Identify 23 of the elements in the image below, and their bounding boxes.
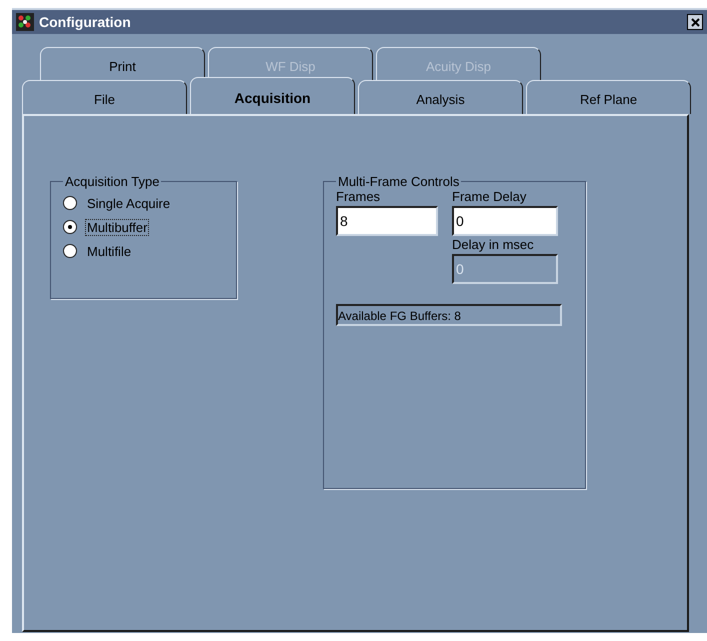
group-title: Acquisition Type [64, 174, 160, 189]
field-label: Delay in msec [452, 237, 535, 254]
field-label: Frame Delay [452, 189, 528, 206]
tab[interactable]: File [22, 80, 187, 114]
field-label: Frames [336, 189, 382, 206]
tab[interactable]: Acquisition [190, 77, 355, 114]
status-text: Available FG Buffers: 8 [336, 304, 562, 326]
radio-button[interactable] [63, 196, 77, 210]
window-title: Configuration [39, 14, 132, 30]
close-icon [690, 18, 700, 26]
radio-label[interactable]: Single Acquire [85, 194, 172, 212]
app-icon [16, 13, 34, 31]
radio-label[interactable]: Multibuffer [85, 218, 150, 236]
close-button[interactable] [687, 14, 703, 30]
input-field[interactable]: 8 [336, 206, 438, 236]
radio-button[interactable] [63, 220, 77, 234]
input-field[interactable]: 0 [452, 206, 558, 236]
tab[interactable]: Print [40, 47, 205, 80]
group-title: Multi-Frame Controls [337, 174, 460, 189]
radio-button[interactable] [63, 244, 77, 258]
tab[interactable]: Analysis [358, 80, 523, 114]
tab[interactable]: Ref Plane [526, 80, 691, 114]
radio-label[interactable]: Multifile [85, 242, 134, 260]
